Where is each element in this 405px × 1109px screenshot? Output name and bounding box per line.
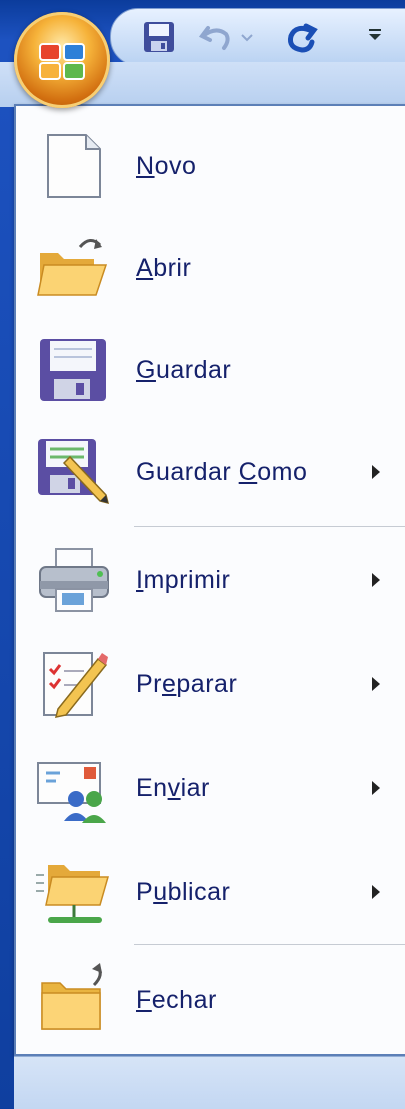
- menu-item-label: Publicar: [136, 877, 231, 906]
- menu-separator: [134, 526, 405, 527]
- menu-item-label: Preparar: [136, 669, 238, 698]
- menu-item-label: Enviar: [136, 773, 210, 802]
- prepare-checklist-icon: [43, 652, 108, 718]
- menu-item-guardar-como[interactable]: Guardar Como: [16, 422, 405, 522]
- menu-separator: [134, 944, 405, 945]
- menu-item-novo[interactable]: Novo: [16, 116, 405, 216]
- menu-item-label: Imprimir: [136, 565, 231, 594]
- menu-item-label: Guardar: [136, 355, 232, 384]
- redo-icon[interactable]: [282, 18, 320, 56]
- submenu-arrow-icon: [372, 465, 380, 479]
- submenu-arrow-icon: [372, 781, 380, 795]
- menu-item-label: Guardar Como: [136, 457, 308, 486]
- menu-item-imprimir[interactable]: Imprimir: [16, 530, 405, 630]
- send-email-icon: [37, 762, 106, 823]
- submenu-arrow-icon: [372, 677, 380, 691]
- new-document-icon: [47, 134, 101, 198]
- office-menu: Novo Abrir Guardar Guardar Como Imprimir…: [14, 104, 405, 1056]
- floppy-save-icon[interactable]: [140, 18, 178, 56]
- open-folder-icon: [37, 239, 108, 296]
- undo-icon[interactable]: [196, 18, 234, 56]
- menu-item-preparar[interactable]: Preparar: [16, 634, 405, 734]
- chevron-down-icon[interactable]: [236, 18, 258, 56]
- menu-item-abrir[interactable]: Abrir: [16, 218, 405, 318]
- printer-icon: [39, 548, 109, 612]
- customize-dropdown-icon[interactable]: [366, 26, 384, 44]
- save-as-icon: [38, 439, 110, 505]
- publish-folder-icon: [36, 865, 109, 923]
- menu-item-label: Novo: [136, 151, 197, 180]
- menu-item-label: Fechar: [136, 985, 217, 1014]
- close-folder-icon: [41, 963, 102, 1030]
- menu-item-enviar[interactable]: Enviar: [16, 738, 405, 838]
- submenu-arrow-icon: [372, 885, 380, 899]
- menu-item-label: Abrir: [136, 253, 192, 282]
- submenu-arrow-icon: [372, 573, 380, 587]
- office-logo-icon: [39, 43, 85, 80]
- menu-item-fechar[interactable]: Fechar: [16, 950, 405, 1050]
- office-button[interactable]: [14, 12, 110, 108]
- menu-footer-bar: [14, 1056, 405, 1109]
- save-floppy-icon: [40, 339, 106, 401]
- menu-item-publicar[interactable]: Publicar: [16, 842, 405, 942]
- menu-item-guardar[interactable]: Guardar: [16, 320, 405, 420]
